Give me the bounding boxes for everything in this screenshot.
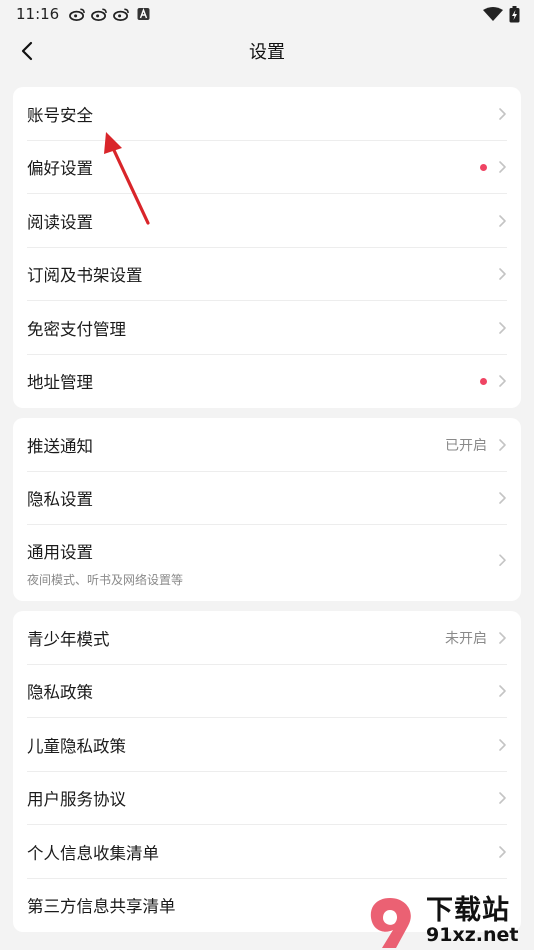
settings-item-label: 儿童隐私政策 (27, 736, 126, 756)
chevron-right-icon (499, 214, 506, 227)
chevron-right-icon (499, 738, 506, 751)
chevron-right-icon (499, 554, 506, 567)
chevron-right-icon (499, 321, 506, 334)
settings-item-subtitle: 夜间模式、听书及网络设置等 (27, 572, 184, 587)
settings-item-label: 个人信息收集清单 (27, 843, 159, 863)
settings-item-children-privacy-policy[interactable]: 儿童隐私政策 (13, 718, 521, 772)
notification-dot (480, 163, 487, 171)
settings-item-reading[interactable]: 阅读设置 (13, 194, 521, 248)
wifi-icon (483, 6, 503, 21)
app-a-icon (137, 8, 150, 20)
chevron-right-icon (499, 792, 506, 805)
chevron-right-icon (499, 631, 506, 644)
settings-item-label: 推送通知 (27, 436, 93, 456)
settings-item-label: 青少年模式 (27, 629, 110, 649)
settings-item-label: 隐私政策 (27, 683, 93, 703)
settings-item-privacy-policy[interactable]: 隐私政策 (13, 665, 521, 719)
settings-group-policies: 青少年模式 未开启 隐私政策 儿童隐私政策 用户服务协议 个人信息收集清单 第三… (13, 611, 521, 932)
settings-item-youth-mode[interactable]: 青少年模式 未开启 (13, 611, 521, 665)
chevron-right-icon (499, 685, 506, 698)
settings-item-label: 订阅及书架设置 (27, 266, 143, 286)
settings-item-subscription-bookshelf[interactable]: 订阅及书架设置 (13, 248, 521, 302)
settings-item-label: 第三方信息共享清单 (27, 897, 176, 917)
chevron-right-icon (499, 268, 506, 281)
chevron-right-icon (499, 845, 506, 858)
settings-item-label: 账号安全 (27, 105, 93, 125)
settings-item-label: 阅读设置 (27, 212, 93, 232)
settings-group-account: 账号安全 偏好设置 阅读设置 订阅及书架设置 免密支付管理 地址管理 (13, 87, 521, 408)
settings-group-general: 推送通知 已开启 隐私设置 通用设置 夜间模式、听书及网络设置等 (13, 418, 521, 601)
notification-icons (69, 7, 152, 21)
chevron-right-icon (499, 107, 506, 120)
settings-item-password-free-payment[interactable]: 免密支付管理 (13, 301, 521, 355)
watermark-url: 91xz.net (426, 924, 519, 946)
settings-item-label: 用户服务协议 (27, 790, 126, 810)
page-title: 设置 (249, 42, 285, 63)
settings-item-push-notification[interactable]: 推送通知 已开启 (13, 418, 521, 472)
weibo-icon (113, 8, 130, 21)
settings-item-user-agreement[interactable]: 用户服务协议 (13, 772, 521, 826)
settings-item-label: 地址管理 (27, 373, 93, 393)
watermark-logo-icon (370, 898, 411, 948)
settings-item-label: 通用设置 (27, 542, 93, 562)
settings-item-general[interactable]: 通用设置 夜间模式、听书及网络设置等 (13, 525, 521, 601)
settings-item-address[interactable]: 地址管理 (13, 355, 521, 409)
settings-item-preferences[interactable]: 偏好设置 (13, 141, 521, 195)
chevron-right-icon (499, 492, 506, 505)
status-bar: 11:16 (0, 0, 534, 28)
status-time: 11:16 (16, 5, 60, 23)
status-right (483, 5, 520, 23)
chevron-left-icon (21, 41, 33, 61)
settings-item-privacy-settings[interactable]: 隐私设置 (13, 472, 521, 526)
watermark: 下载站 91xz.net (360, 892, 530, 950)
nav-bar: 设置 (0, 28, 534, 74)
watermark-title: 下载站 (426, 895, 510, 926)
chevron-right-icon (499, 438, 506, 451)
weibo-icon (91, 8, 108, 21)
back-button[interactable] (14, 38, 40, 64)
settings-item-label: 偏好设置 (27, 159, 93, 179)
settings-item-label: 免密支付管理 (27, 319, 126, 339)
push-status: 已开启 (445, 437, 487, 454)
chevron-right-icon (499, 375, 506, 388)
battery-charging-icon (509, 5, 520, 22)
notification-dot (480, 377, 487, 385)
youth-mode-status: 未开启 (445, 630, 487, 647)
weibo-icon (69, 8, 86, 21)
settings-item-label: 隐私设置 (27, 490, 93, 510)
chevron-right-icon (499, 161, 506, 174)
settings-item-account-security[interactable]: 账号安全 (13, 87, 521, 141)
settings-item-personal-info-list[interactable]: 个人信息收集清单 (13, 825, 521, 879)
